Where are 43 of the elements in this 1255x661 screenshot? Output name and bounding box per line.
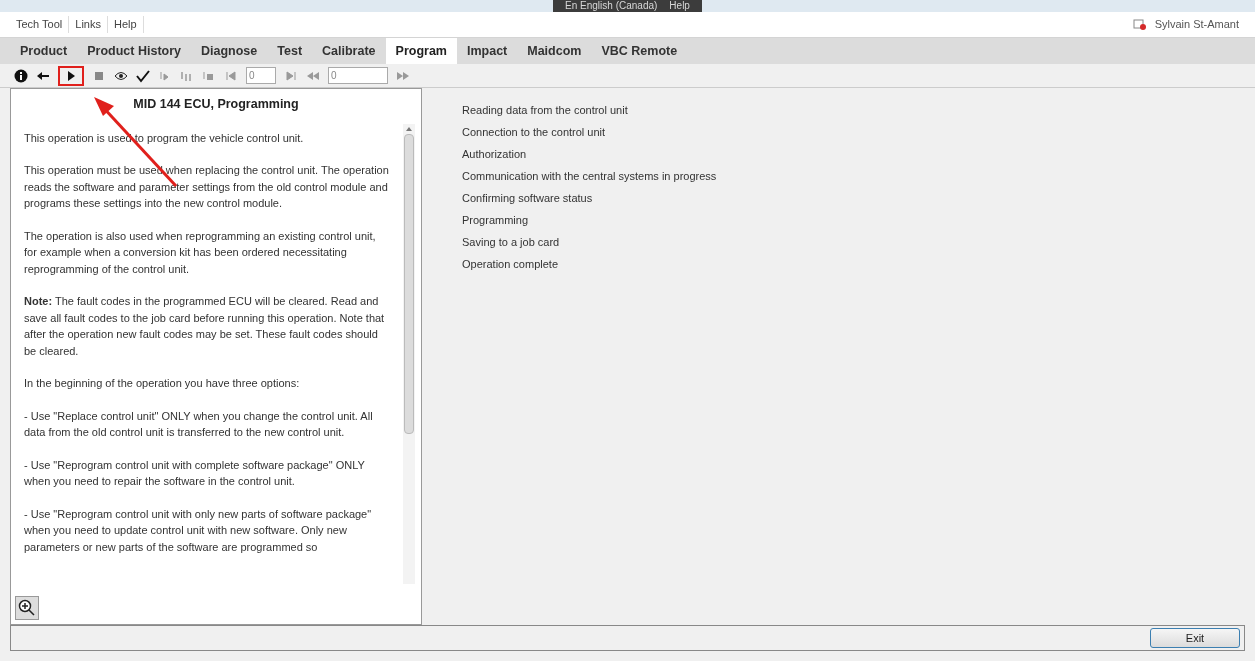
description-paragraph: Note: The fault codes in the programmed ECU will be cleared. Read and save all fault codes to the job card before running this operation. Note that after the operation new fault codes may be set. These fault codes should be cleared. <box>24 294 386 359</box>
exit-button[interactable]: Exit <box>1150 628 1240 648</box>
menu-item[interactable]: Tech Tool <box>10 16 70 33</box>
user-name: Sylvain St-Amant <box>1154 17 1240 33</box>
user-icon <box>1132 18 1147 31</box>
step-label: Connection to the control unit <box>462 125 607 140</box>
description-title: MID 144 ECU, Programming <box>132 96 300 113</box>
step-label: Programming <box>462 213 530 228</box>
language-label[interactable]: En English (Canada) <box>565 0 658 12</box>
step-label: Confirming software status <box>462 191 594 206</box>
step-label: Operation complete <box>462 257 559 272</box>
tab[interactable]: Impact <box>456 38 518 64</box>
checkmark-icon[interactable] <box>136 68 150 83</box>
jump-field[interactable]: 0 <box>328 67 388 84</box>
step-label: Saving to a job card <box>462 235 561 250</box>
step-label: Communication with the central systems in progress <box>462 169 718 184</box>
menu-item[interactable]: Links <box>69 16 108 33</box>
description-paragraph: - Use "Reprogram control unit with complete software package" ONLY when you need to repair the software in the control unit. <box>24 457 366 490</box>
step-label: Reading data from the control unit <box>462 103 629 118</box>
tab[interactable]: Test <box>267 38 313 64</box>
tab[interactable]: Product <box>10 38 78 64</box>
tab[interactable]: Product History <box>77 38 191 64</box>
skip-start-icon[interactable] <box>224 68 238 83</box>
description-paragraph: - Use "Replace control unit" ONLY when you change the control unit. All data from the old control unit is transferred to the new control unit. <box>24 408 374 441</box>
tab[interactable]: Maidcom <box>517 38 592 64</box>
description-paragraph: In the beginning of the operation you have three options: <box>24 376 301 392</box>
skip-end-icon[interactable] <box>284 68 298 83</box>
description-paragraph: The operation is also used when reprogramming an existing control unit, for example when a conversion kit has been ordered necessitating reprogramming of the control unit. <box>24 228 377 277</box>
play-button[interactable] <box>58 65 84 86</box>
menu-item[interactable]: Help <box>107 16 144 33</box>
tab[interactable]: VBC Remote <box>591 38 688 64</box>
play-icon <box>66 69 76 82</box>
step-field[interactable]: 0 <box>246 67 276 84</box>
scrollbar[interactable] <box>403 123 415 584</box>
description-paragraph: - Use "Reprogram control unit with only new parts of software package" when you need to update control unit with new software. Only new parameters or new parts of the software are programmed so <box>24 506 373 555</box>
scroll-up-icon[interactable] <box>406 126 412 131</box>
help-label[interactable]: Help <box>669 0 690 12</box>
step-label: Authorization <box>462 147 528 162</box>
info-icon[interactable] <box>14 68 28 83</box>
tab[interactable]: Diagnose <box>191 38 268 64</box>
tab[interactable]: Program <box>385 38 457 64</box>
zoom-in-button[interactable] <box>15 596 39 620</box>
tab[interactable]: Calibrate <box>312 38 386 64</box>
